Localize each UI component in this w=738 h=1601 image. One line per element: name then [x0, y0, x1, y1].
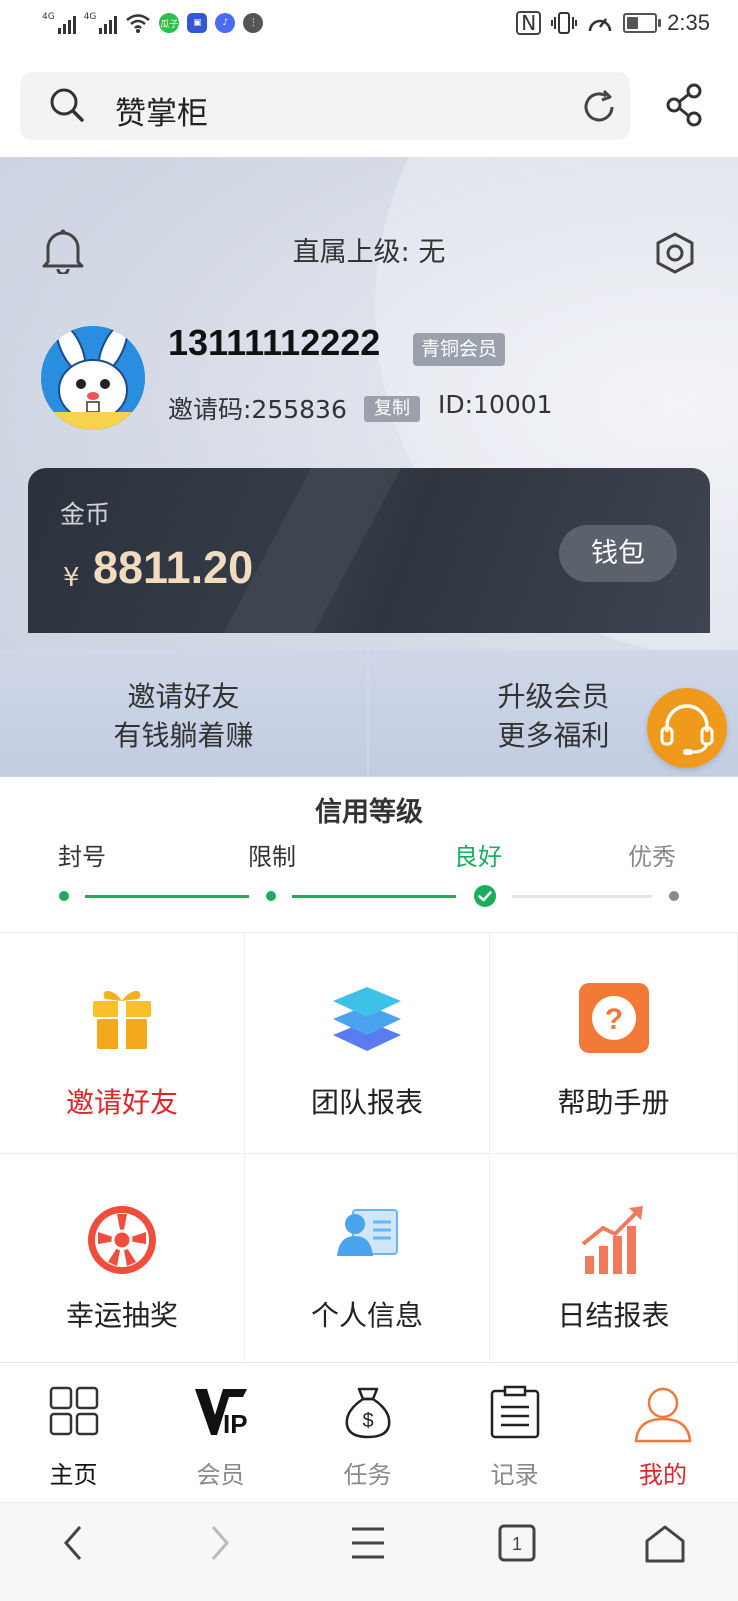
wifi-icon	[126, 14, 151, 33]
forward-icon[interactable]	[205, 1523, 233, 1563]
credit-dot-banned	[59, 891, 69, 901]
wallet-button[interactable]: 钱包	[559, 525, 677, 582]
app-notification-icon-1: 瓜子	[159, 13, 180, 33]
clipboard-icon	[490, 1385, 539, 1439]
share-icon[interactable]	[665, 83, 705, 127]
wheel-icon	[88, 1206, 156, 1274]
grid-item-team-report[interactable]: 团队报表	[245, 933, 490, 1154]
grid-item-label: 日结报表	[557, 1299, 670, 1332]
vibrate-icon	[551, 12, 578, 34]
layers-icon	[333, 987, 401, 1051]
tab-label: 记录	[490, 1461, 539, 1489]
credit-progress-line-3	[512, 895, 652, 898]
member-level-badge: 青铜会员	[413, 333, 506, 366]
tab-label: 主页	[49, 1461, 98, 1489]
coin-balance: 8811.20	[93, 542, 254, 593]
tab-home[interactable]: 主页	[0, 1363, 147, 1503]
battery-icon	[623, 13, 662, 33]
chart-up-icon	[581, 1206, 643, 1274]
tab-mine[interactable]: 我的	[588, 1363, 738, 1503]
tab-vip[interactable]: IP 会员	[147, 1363, 294, 1503]
voice-app-icon: ⋮	[243, 13, 264, 33]
credit-progress-line-1	[85, 895, 249, 898]
feature-grid: 邀请好友 团队报表 ? 帮助手册 幸运抽奖 个人信息 日结报表	[0, 932, 738, 1364]
status-bar-left: 4G 4G 瓜子 ▣ ♪ ⋮	[42, 12, 264, 34]
tabs-icon[interactable]: 1	[497, 1523, 537, 1563]
speed-icon	[588, 18, 612, 32]
coin-label: 金币	[60, 500, 111, 529]
credit-level-title: 信用等级	[315, 797, 423, 828]
svg-text:IP: IP	[223, 1409, 248, 1437]
grid-item-label: 个人信息	[310, 1299, 423, 1332]
superior-label: 直属上级: 无	[292, 237, 446, 268]
user-phone: 13111112222	[168, 322, 381, 363]
grid-item-invite-friends[interactable]: 邀请好友	[0, 933, 245, 1154]
user-id: ID:10001	[438, 390, 553, 419]
help-icon: ?	[578, 983, 649, 1053]
grid-icon	[49, 1386, 98, 1436]
tab-label: 任务	[343, 1461, 392, 1489]
vip-icon: IP	[194, 1389, 248, 1437]
credit-level-banned: 封号	[58, 843, 106, 871]
tab-label: 会员	[196, 1461, 245, 1489]
id-card-icon	[337, 1209, 398, 1256]
tab-records[interactable]: 记录	[441, 1363, 588, 1503]
signal-icon-1: 4G	[42, 12, 76, 34]
bottom-tab-bar: 主页 IP 会员 $ 任务 记录 我的	[0, 1362, 738, 1503]
back-icon[interactable]	[60, 1523, 88, 1563]
status-bar-right: N 2:35	[516, 10, 710, 36]
music-app-icon: ♪	[215, 13, 236, 33]
credit-level-excellent: 优秀	[628, 843, 676, 871]
tab-label: 我的	[639, 1461, 687, 1489]
grid-item-help-manual[interactable]: ? 帮助手册	[490, 933, 738, 1154]
money-bag-icon: $	[345, 1387, 390, 1439]
grid-item-label: 邀请好友	[65, 1086, 178, 1119]
status-bar: 4G 4G 瓜子 ▣ ♪ ⋮ N 2:35	[0, 0, 738, 56]
grid-item-personal-info[interactable]: 个人信息	[245, 1154, 490, 1364]
grid-item-lucky-draw[interactable]: 幸运抽奖	[0, 1154, 245, 1364]
avatar[interactable]	[40, 325, 146, 431]
user-icon	[634, 1387, 692, 1443]
invite-code: 邀请码:255836	[168, 395, 347, 424]
copy-invite-code-button[interactable]: 复制	[364, 396, 420, 422]
nfc-icon: N	[516, 11, 542, 35]
tab-tasks[interactable]: $ 任务	[294, 1363, 441, 1503]
credit-level-limited: 限制	[248, 843, 296, 871]
grid-item-label: 帮助手册	[557, 1086, 670, 1119]
credit-dot-limited	[266, 891, 276, 901]
grid-item-label: 幸运抽奖	[65, 1299, 178, 1332]
svg-text:$: $	[362, 1410, 373, 1432]
credit-current-check-icon	[474, 885, 496, 907]
banner-left-line1: 邀请好友	[127, 680, 240, 713]
credit-level-good: 良好	[454, 843, 502, 871]
gift-icon	[93, 991, 151, 1049]
settings-icon[interactable]	[654, 231, 696, 275]
grid-item-daily-report[interactable]: 日结报表	[490, 1154, 738, 1364]
credit-dot-excellent	[669, 891, 679, 901]
signal-icon-2: 4G	[84, 12, 118, 34]
search-bar[interactable]	[20, 72, 630, 140]
search-icon[interactable]	[48, 86, 86, 124]
grid-item-label: 团队报表	[310, 1086, 423, 1119]
credit-progress-line-2	[292, 895, 456, 898]
refresh-icon[interactable]	[580, 88, 618, 126]
svg-text:?: ?	[604, 1003, 622, 1036]
customer-service-button[interactable]	[647, 688, 727, 768]
headset-icon	[660, 704, 714, 755]
search-input[interactable]: 赞掌柜	[115, 88, 208, 133]
home-icon[interactable]	[643, 1523, 687, 1565]
currency-symbol: ¥	[63, 563, 80, 593]
menu-icon[interactable]	[350, 1523, 386, 1563]
banner-left-line2: 有钱躺着赚	[113, 719, 254, 752]
clock: 2:35	[667, 10, 710, 35]
invite-friends-banner[interactable]: 邀请好友 有钱躺着赚	[0, 650, 367, 776]
app-notification-icon-2: ▣	[187, 13, 208, 33]
svg-text:1: 1	[512, 1534, 522, 1554]
browser-navigation-bar: 1	[0, 1502, 738, 1601]
